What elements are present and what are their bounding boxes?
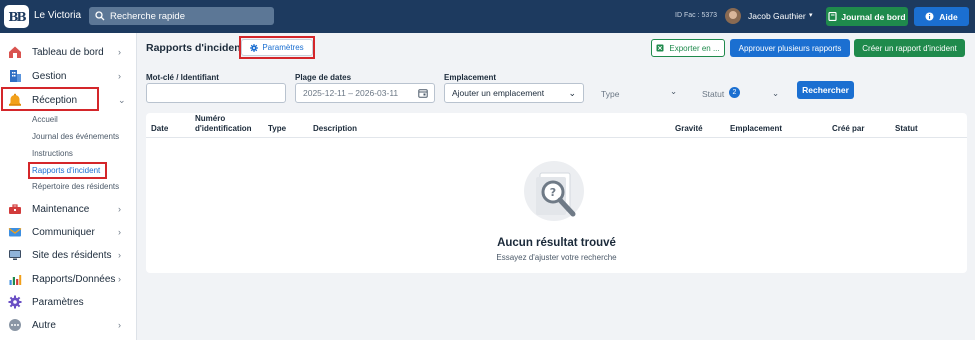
column-created-by[interactable]: Créé par — [832, 124, 864, 134]
building-icon — [10, 70, 21, 82]
toolbox-icon — [9, 204, 21, 214]
sidebar-subitem-instructions[interactable]: Instructions — [32, 149, 73, 158]
results-panel: Date Numéro d'identification Type Descri… — [146, 113, 967, 273]
sidebar-item-gestion[interactable]: Gestion › — [0, 67, 137, 85]
table-header: Date Numéro d'identification Type Descri… — [146, 113, 967, 138]
highlight-incident-reports — [28, 162, 107, 179]
chevron-right-icon: › — [118, 320, 121, 330]
column-severity[interactable]: Gravité — [675, 124, 703, 134]
app-name[interactable]: Le Victoria — [34, 10, 81, 21]
search-input[interactable] — [110, 10, 270, 22]
chevron-right-icon: › — [118, 250, 121, 260]
help-button[interactable]: Aide — [914, 7, 969, 26]
column-status[interactable]: Statut — [895, 124, 918, 134]
journal-button[interactable]: Journal de bord — [826, 7, 908, 26]
date-range-label: Plage de dates — [295, 73, 352, 82]
status-label: Statut — [702, 89, 725, 99]
page-title: Rapports d'incident — [146, 42, 245, 54]
book-icon — [828, 12, 837, 21]
svg-text:?: ? — [550, 186, 556, 199]
location-label: Emplacement — [444, 73, 497, 82]
column-description[interactable]: Description — [313, 124, 357, 134]
empty-state-title: Aucun résultat trouvé — [497, 237, 616, 249]
facility-id: ID Fac : 5373 — [675, 12, 718, 19]
status-count-badge: 2 — [729, 87, 740, 98]
export-button[interactable]: Exporter en ... — [651, 39, 725, 57]
main-content: Rapports d'incident Paramètres Exporter … — [138, 33, 975, 340]
help-label: Aide — [939, 11, 958, 22]
highlight-reception — [1, 87, 99, 111]
type-label: Type — [601, 89, 620, 99]
chevron-down-icon: ⌄ — [118, 94, 126, 105]
app-logo[interactable]: BB — [4, 5, 29, 28]
sidebar-item-communiquer[interactable]: Communiquer › — [0, 223, 137, 241]
sidebar-item-label: Tableau de bord — [32, 46, 104, 58]
search-icon — [95, 11, 105, 21]
sidebar-item-settings[interactable]: Paramètres — [0, 293, 137, 311]
date-range-field[interactable]: 2025-12-11 – 2026-03-11 — [295, 83, 435, 103]
column-type[interactable]: Type — [268, 124, 286, 134]
sidebar-item-label: Communiquer — [32, 226, 95, 238]
quick-search[interactable] — [89, 7, 274, 25]
sidebar-item-other[interactable]: Autre › — [0, 316, 137, 334]
chevron-right-icon: › — [118, 274, 121, 284]
sidebar-item-label: Gestion — [32, 70, 67, 82]
sidebar-item-resident-site[interactable]: Site des résidents › — [0, 246, 137, 264]
chevron-down-icon: ⌄ — [568, 88, 576, 98]
gear-icon — [8, 295, 22, 309]
chevron-down-icon: ⌄ — [772, 88, 780, 98]
chevron-down-icon: ⌄ — [670, 86, 678, 96]
sidebar-item-dashboard[interactable]: Tableau de bord › — [0, 43, 137, 61]
sidebar-item-reports-data[interactable]: Rapports/Données › — [0, 270, 137, 288]
chevron-right-icon: › — [118, 204, 121, 214]
keyword-input[interactable] — [154, 88, 285, 98]
search-button[interactable]: Rechercher — [797, 81, 854, 99]
chart-icon — [9, 275, 22, 285]
chevron-right-icon: › — [118, 47, 121, 57]
spreadsheet-icon — [656, 44, 664, 52]
keyword-label: Mot-clé / Identifiant — [146, 73, 219, 82]
location-select[interactable]: Ajouter un emplacement ⌄ — [444, 83, 584, 103]
sidebar: Tableau de bord › Gestion › Réception ⌄ … — [0, 33, 137, 340]
info-icon — [925, 12, 934, 21]
journal-label: Journal de bord — [841, 11, 906, 22]
sidebar-subitem-accueil[interactable]: Accueil — [32, 115, 58, 124]
calendar-icon[interactable] — [418, 88, 428, 98]
envelope-icon — [8, 227, 22, 237]
export-label: Exporter en ... — [669, 43, 720, 53]
date-range-value: 2025-12-11 – 2026-03-11 — [303, 88, 399, 98]
avatar[interactable] — [725, 8, 741, 24]
location-value: Ajouter un emplacement — [452, 88, 545, 98]
more-icon — [9, 319, 21, 331]
monitor-icon — [9, 250, 21, 260]
sidebar-item-maintenance[interactable]: Maintenance › — [0, 200, 137, 218]
empty-state-subtitle: Essayez d'ajuster votre recherche — [496, 253, 617, 262]
column-location[interactable]: Emplacement — [730, 124, 782, 134]
sidebar-subitem-resident-directory[interactable]: Répertoire des résidents — [32, 182, 119, 191]
column-date[interactable]: Date — [151, 124, 168, 134]
top-bar: BB Le Victoria ID Fac : 5373 Jacob Gauth… — [0, 0, 975, 33]
sidebar-item-label: Autre — [32, 319, 56, 331]
chevron-down-icon[interactable]: ▾ — [809, 11, 813, 19]
empty-search-icon: ? — [524, 161, 584, 221]
chevron-right-icon: › — [118, 71, 121, 81]
keyword-field[interactable] — [146, 83, 286, 103]
sidebar-item-label: Paramètres — [32, 296, 84, 308]
chevron-right-icon: › — [118, 227, 121, 237]
approve-multiple-button[interactable]: Approuver plusieurs rapports — [730, 39, 850, 57]
column-id[interactable]: Numéro d'identification — [195, 114, 259, 134]
sidebar-item-label: Rapports/Données — [32, 273, 116, 285]
create-report-button[interactable]: Créer un rapport d'incident — [854, 39, 965, 57]
sidebar-item-label: Site des résidents — [32, 249, 112, 261]
highlight-settings — [239, 36, 315, 59]
user-name[interactable]: Jacob Gauthier — [748, 11, 806, 21]
sidebar-subitem-journal[interactable]: Journal des événements — [32, 132, 119, 141]
sidebar-item-label: Maintenance — [32, 203, 90, 215]
dashboard-icon — [9, 46, 21, 58]
